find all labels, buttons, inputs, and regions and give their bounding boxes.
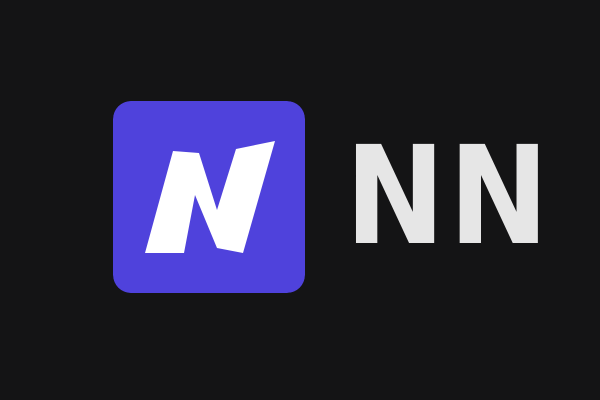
lightning-n-icon [113,101,305,293]
brand-banner: NN [0,0,600,400]
wordmark: NN [345,127,581,267]
logo-tile [113,101,305,293]
wordmark-text: NN [345,118,553,276]
